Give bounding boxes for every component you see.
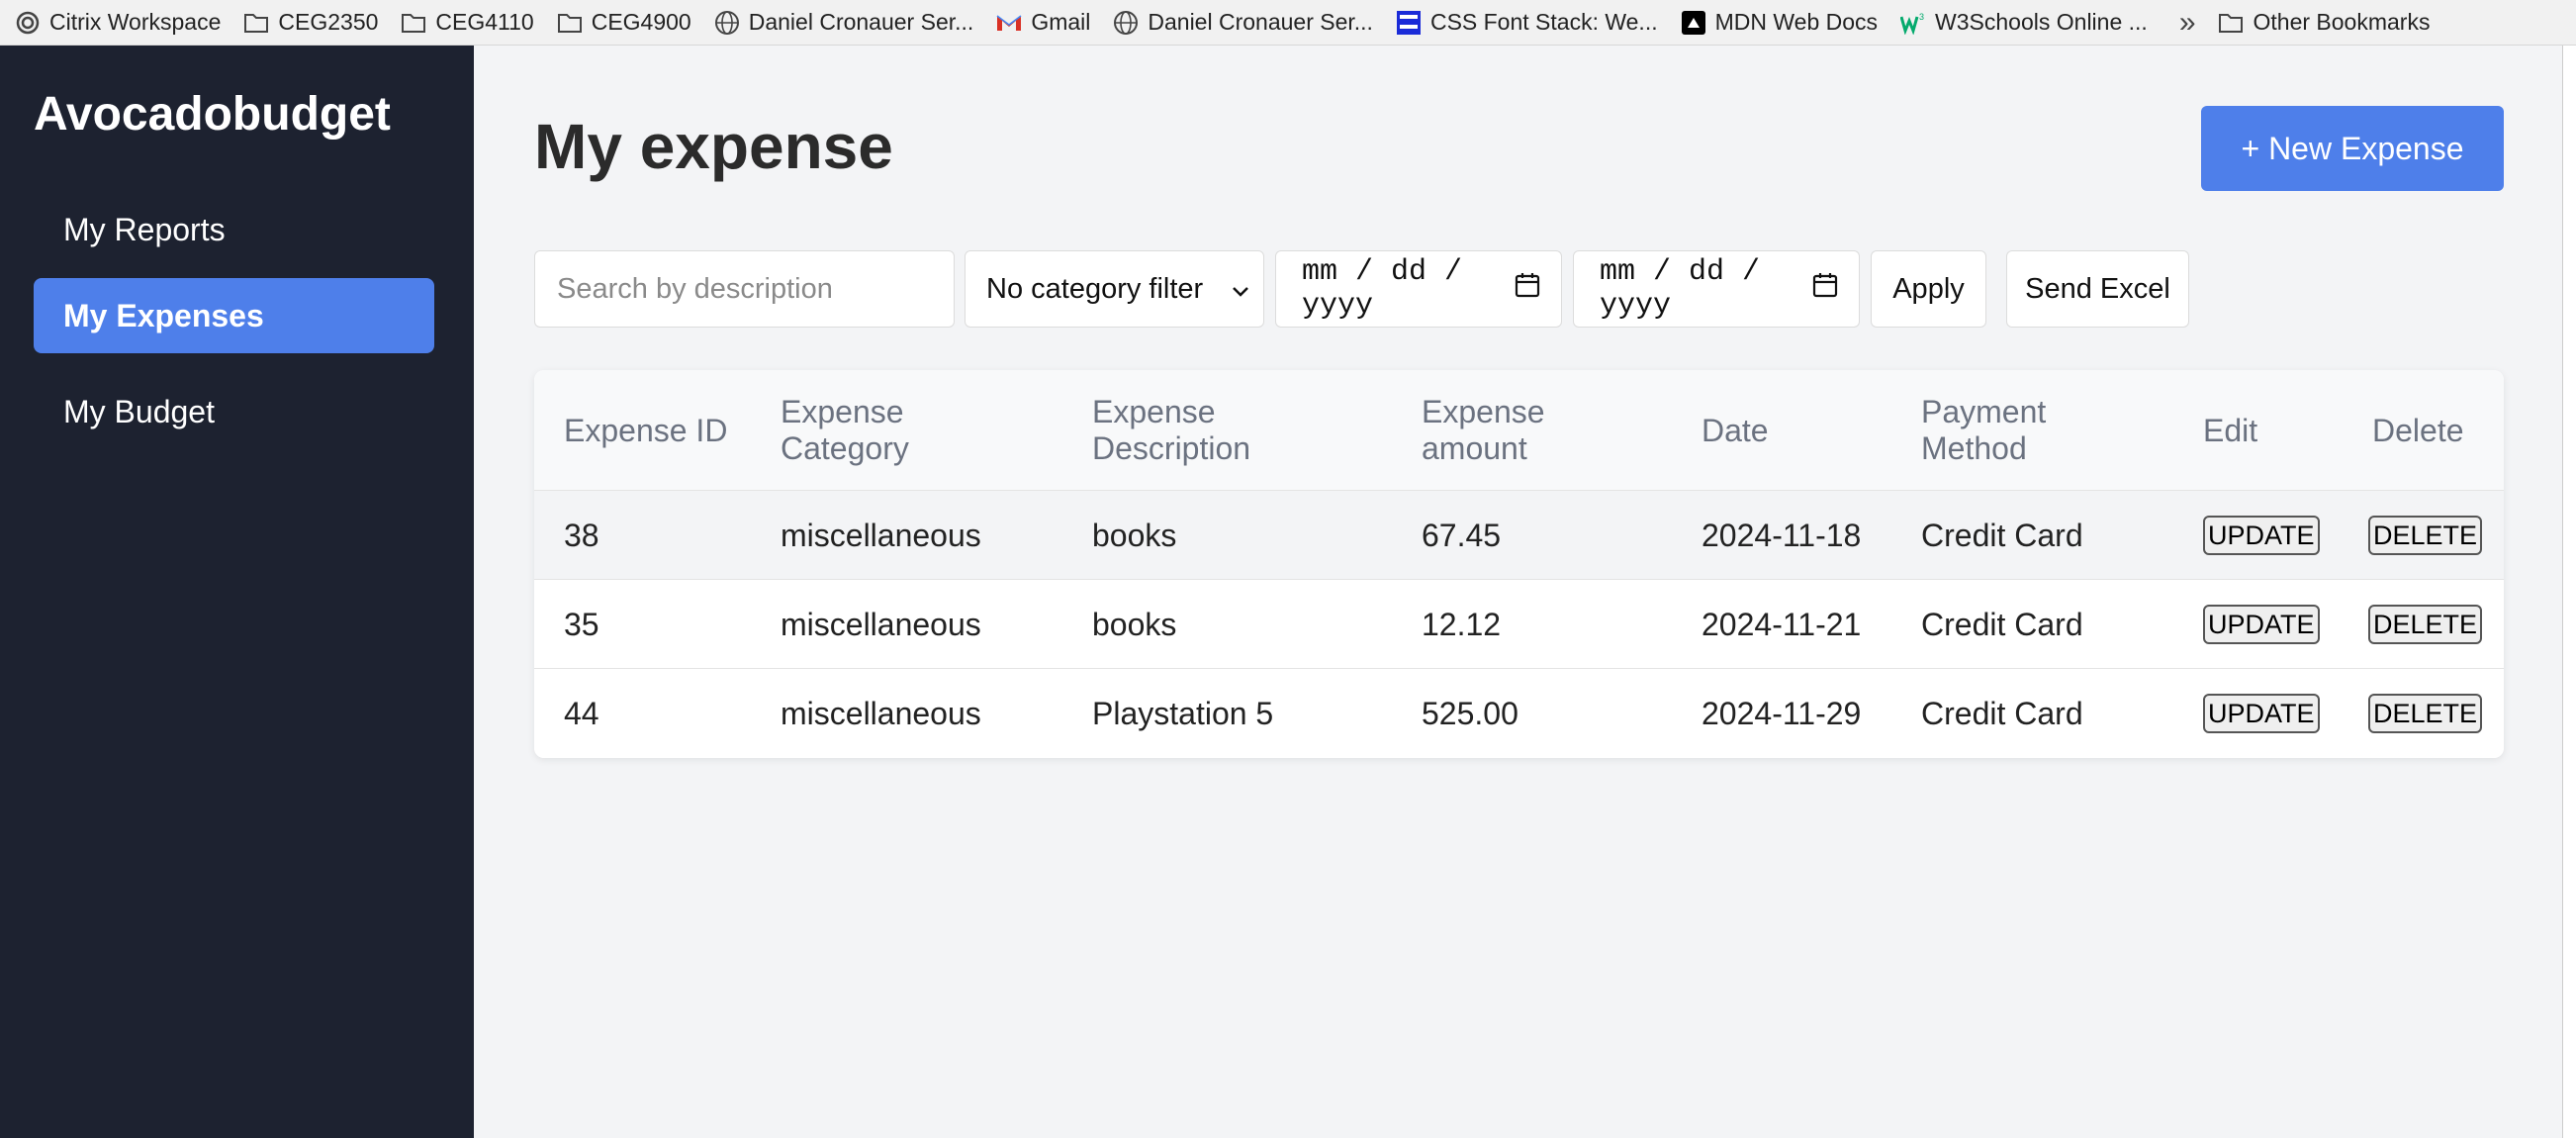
category-filter-value: No category filter bbox=[986, 272, 1204, 305]
bookmark-label: CEG2350 bbox=[278, 9, 379, 35]
folder-icon bbox=[2218, 9, 2246, 37]
expense-table: Expense ID Expense Category Expense Desc… bbox=[534, 370, 2504, 758]
bookmark-label: W3Schools Online ... bbox=[1935, 9, 2148, 35]
column-header-expense-description: Expense Description bbox=[1092, 394, 1251, 466]
send-excel-button[interactable]: Send Excel bbox=[2006, 250, 2189, 328]
search-field[interactable] bbox=[534, 250, 955, 328]
w3schools-icon: 3 bbox=[1899, 9, 1927, 37]
apply-button[interactable]: Apply bbox=[1871, 250, 1986, 328]
cell-payment-method: Credit Card bbox=[1921, 695, 2083, 731]
date-to-value: mm / dd / yyyy bbox=[1600, 255, 1761, 323]
cell-payment-method: Credit Card bbox=[1921, 606, 2083, 642]
cell-category: miscellaneous bbox=[781, 517, 981, 553]
cell-amount: 525.00 bbox=[1422, 695, 1518, 731]
bookmark-ceg4900[interactable]: CEG4900 bbox=[556, 9, 691, 37]
cell-category: miscellaneous bbox=[781, 606, 981, 642]
update-button[interactable]: UPDATE bbox=[2203, 605, 2320, 644]
window-edge bbox=[2562, 46, 2576, 1138]
category-filter-select[interactable]: No category filter bbox=[965, 250, 1264, 328]
column-header-payment-method: Payment Method bbox=[1921, 394, 2047, 466]
bookmark-other[interactable]: Other Bookmarks bbox=[2218, 9, 2431, 37]
bookmark-label: CEG4900 bbox=[591, 9, 691, 35]
calendar-icon[interactable] bbox=[1811, 271, 1839, 308]
sidebar-item-my-expenses[interactable]: My Expenses bbox=[34, 278, 434, 353]
brand-title: Avocadobudget bbox=[34, 88, 391, 141]
calendar-icon[interactable] bbox=[1514, 271, 1541, 308]
globe-icon bbox=[713, 9, 741, 37]
delete-button[interactable]: DELETE bbox=[2368, 605, 2483, 644]
bookmark-label: CSS Font Stack: We... bbox=[1429, 9, 1658, 35]
cell-expense-id: 44 bbox=[564, 695, 599, 731]
bookmark-mdn[interactable]: MDN Web Docs bbox=[1680, 9, 1878, 37]
cell-description: books bbox=[1092, 517, 1177, 553]
cell-date: 2024-11-21 bbox=[1702, 606, 1862, 642]
update-button[interactable]: UPDATE bbox=[2203, 516, 2320, 555]
cell-description: Playstation 5 bbox=[1092, 695, 1274, 731]
bookmark-ceg2350[interactable]: CEG2350 bbox=[242, 9, 378, 37]
cell-expense-id: 38 bbox=[564, 517, 599, 553]
bookmark-daniel-2[interactable]: Daniel Cronauer Ser... bbox=[1112, 9, 1373, 37]
cell-expense-id: 35 bbox=[564, 606, 599, 642]
svg-text:3: 3 bbox=[1919, 12, 1924, 22]
column-header-date: Date bbox=[1702, 412, 1769, 448]
bookmark-label: MDN Web Docs bbox=[1714, 9, 1879, 35]
table-row: 44 miscellaneous Playstation 5 525.00 20… bbox=[534, 669, 2504, 758]
date-from-value: mm / dd / yyyy bbox=[1302, 255, 1463, 323]
cell-date: 2024-11-18 bbox=[1702, 517, 1862, 553]
sidebar-item-my-budget[interactable]: My Budget bbox=[34, 374, 434, 449]
sidebar: Avocadobudget My Reports My Expenses My … bbox=[0, 46, 474, 1138]
folder-icon bbox=[556, 9, 584, 37]
bookmark-gmail[interactable]: Gmail bbox=[995, 9, 1090, 37]
bookmark-css-font-stack[interactable]: CSS Font Stack: We... bbox=[1395, 9, 1658, 37]
cell-payment-method: Credit Card bbox=[1921, 517, 2083, 553]
delete-button[interactable]: DELETE bbox=[2368, 516, 2483, 555]
cell-date: 2024-11-29 bbox=[1702, 695, 1862, 731]
cell-description: books bbox=[1092, 606, 1177, 642]
sidebar-item-label: My Budget bbox=[63, 393, 215, 429]
sidebar-item-label: My Reports bbox=[63, 211, 226, 247]
page-title: My expense bbox=[534, 111, 893, 182]
bookmark-label: Citrix Workspace bbox=[49, 9, 222, 35]
cell-category: miscellaneous bbox=[781, 695, 981, 731]
cell-amount: 67.45 bbox=[1422, 517, 1502, 553]
date-from-field[interactable]: mm / dd / yyyy bbox=[1275, 250, 1562, 328]
search-input[interactable] bbox=[557, 272, 954, 306]
bookmark-daniel-1[interactable]: Daniel Cronauer Ser... bbox=[713, 9, 974, 37]
column-header-expense-id: Expense ID bbox=[564, 412, 728, 448]
bookmark-label: Other Bookmarks bbox=[2253, 9, 2431, 35]
column-header-delete: Delete bbox=[2372, 412, 2464, 448]
table-header: Expense ID Expense Category Expense Desc… bbox=[534, 370, 2504, 491]
bookmark-label: Gmail bbox=[1031, 9, 1091, 35]
bookmark-label: Daniel Cronauer Ser... bbox=[748, 9, 974, 35]
bookmark-w3schools[interactable]: 3 W3Schools Online ... bbox=[1899, 9, 2148, 37]
citrix-icon bbox=[14, 9, 42, 37]
column-header-expense-amount: Expense amount bbox=[1422, 394, 1545, 466]
sidebar-item-label: My Expenses bbox=[63, 297, 264, 333]
gmail-icon bbox=[995, 9, 1023, 37]
bookmark-citrix[interactable]: Citrix Workspace bbox=[14, 9, 221, 37]
table-row: 38 miscellaneous books 67.45 2024-11-18 … bbox=[534, 491, 2504, 580]
folder-icon bbox=[400, 9, 427, 37]
cell-amount: 12.12 bbox=[1422, 606, 1502, 642]
new-expense-button[interactable]: + New Expense bbox=[2201, 106, 2504, 191]
date-to-field[interactable]: mm / dd / yyyy bbox=[1573, 250, 1860, 328]
sidebar-item-my-reports[interactable]: My Reports bbox=[34, 192, 434, 267]
chevron-down-icon bbox=[1232, 273, 1249, 306]
cssfontstack-icon bbox=[1395, 9, 1423, 37]
bookmark-label: CEG4110 bbox=[435, 9, 534, 35]
bookmarks-bar: Citrix Workspace CEG2350 CEG4110 CEG4900… bbox=[0, 0, 2576, 46]
column-header-expense-category: Expense Category bbox=[781, 394, 909, 466]
main-content: My expense + New Expense No category fil… bbox=[474, 46, 2576, 1138]
update-button[interactable]: UPDATE bbox=[2203, 694, 2320, 733]
table-row: 35 miscellaneous books 12.12 2024-11-21 … bbox=[534, 580, 2504, 669]
mdn-icon bbox=[1680, 9, 1707, 37]
more-bookmarks-chevron-icon[interactable]: » bbox=[2179, 6, 2196, 40]
folder-icon bbox=[242, 9, 270, 37]
column-header-edit: Edit bbox=[2203, 412, 2258, 448]
delete-button[interactable]: DELETE bbox=[2368, 694, 2483, 733]
globe-icon bbox=[1112, 9, 1140, 37]
bookmark-ceg4110[interactable]: CEG4110 bbox=[400, 9, 534, 37]
bookmark-label: Daniel Cronauer Ser... bbox=[1148, 9, 1373, 35]
